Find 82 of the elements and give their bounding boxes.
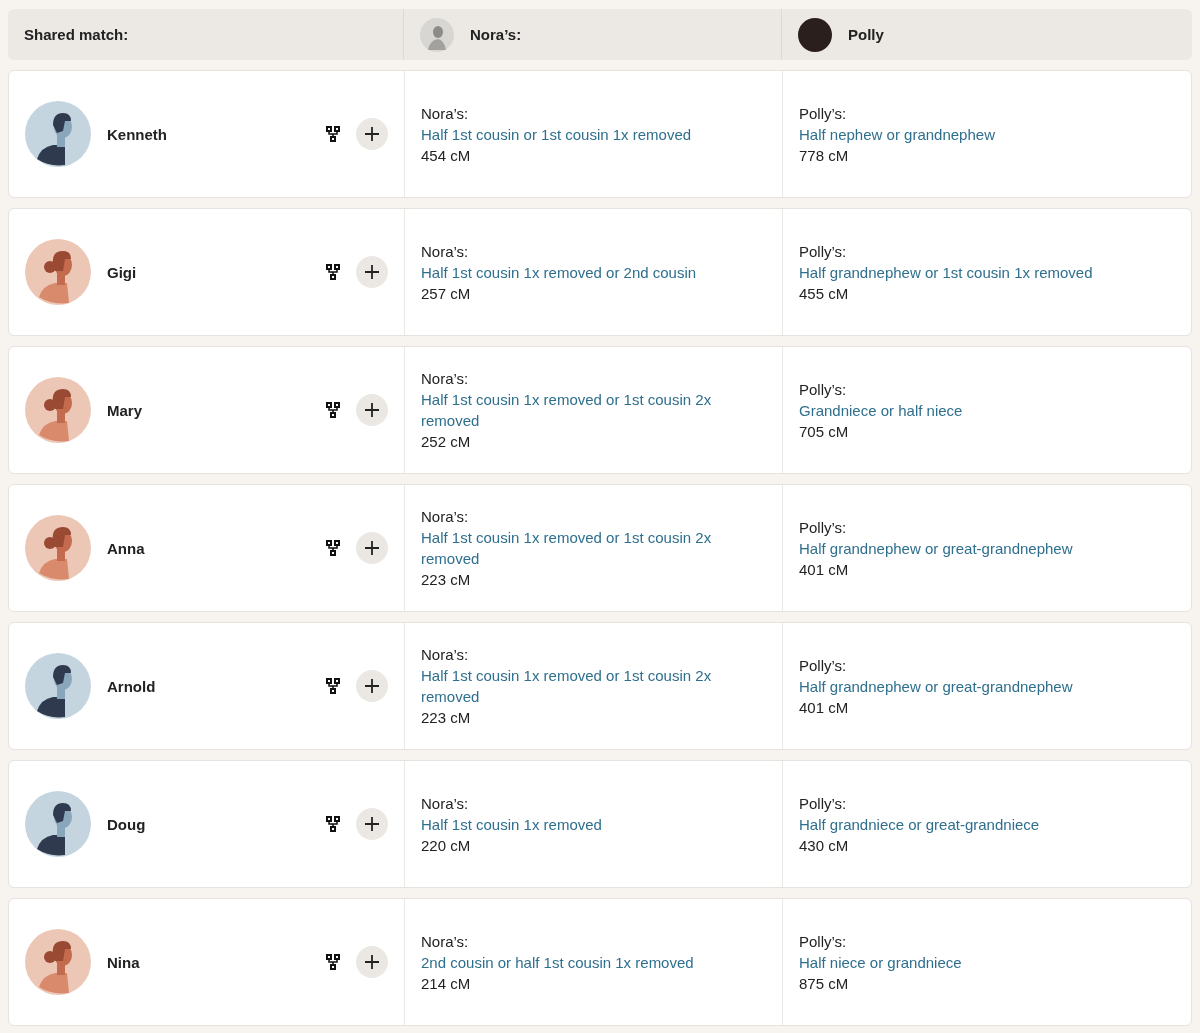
owner-label: Nora’s: [421, 369, 469, 389]
owner-label: Polly’s: [799, 103, 847, 124]
add-button[interactable] [356, 394, 388, 426]
female-avatar-icon [25, 377, 91, 443]
photo-placeholder [798, 17, 832, 52]
add-button[interactable] [356, 946, 388, 978]
match-name: Anna [107, 539, 146, 557]
centimorgan-value: 257 cM [421, 283, 471, 304]
centimorgan-value: 252 cM [421, 432, 471, 452]
plus-icon [364, 540, 380, 556]
add-button[interactable] [356, 808, 388, 840]
match-name: Doug [107, 815, 147, 833]
relationship-link[interactable]: Half 1st cousin or 1st cousin 1x removed [421, 123, 692, 145]
centimorgan-value: 875 cM [799, 973, 849, 994]
owner-label: Nora’s: [421, 931, 469, 952]
match-name: Gigi [107, 263, 138, 281]
centimorgan-value: 778 cM [799, 145, 849, 166]
female-avatar-icon [25, 515, 91, 581]
plus-icon [364, 816, 380, 832]
relationship-link[interactable]: Half 1st cousin 1x removed or 1st cousin 2x removed [421, 527, 741, 569]
relationship-link[interactable]: Grandniece or half niece [799, 399, 963, 421]
male-avatar-icon [25, 653, 91, 719]
centimorgan-value: 401 cM [799, 697, 849, 718]
male-avatar-icon [25, 101, 91, 167]
match-name: Kenneth [107, 125, 168, 143]
centimorgan-value: 401 cM [799, 559, 849, 580]
plus-icon [364, 954, 380, 970]
column-header: Nora’s: [470, 26, 522, 43]
add-button[interactable] [356, 256, 388, 288]
family-tree-icon[interactable] [326, 402, 340, 418]
relationship-link[interactable]: Half nephew or grandnephew [799, 123, 995, 145]
centimorgan-value: 223 cM [421, 570, 471, 590]
relationship-link[interactable]: Half 1st cousin 1x removed or 2nd cousin [421, 261, 697, 283]
relationship-link[interactable]: 2nd cousin or half 1st cousin 1x removed [421, 951, 694, 973]
plus-icon [364, 402, 380, 418]
owner-label: Polly’s: [799, 241, 847, 262]
family-tree-icon[interactable] [326, 954, 340, 970]
add-button[interactable] [356, 532, 388, 564]
centimorgan-value: 455 cM [799, 283, 849, 304]
centimorgan-value: 430 cM [799, 835, 849, 856]
owner-label: Polly’s: [799, 517, 847, 538]
add-button[interactable] [356, 118, 388, 150]
match-name: Arnold [107, 677, 157, 695]
plus-icon [364, 678, 380, 694]
relationship-link[interactable]: Half grandnephew or 1st cousin 1x removed [799, 261, 1093, 283]
centimorgan-value: 454 cM [421, 145, 471, 166]
owner-label: Nora’s: [421, 793, 469, 814]
family-tree-icon[interactable] [326, 126, 340, 142]
add-button[interactable] [356, 670, 388, 702]
relationship-link[interactable]: Half grandnephew or great-grandnephew [799, 537, 1073, 559]
family-tree-icon[interactable] [326, 678, 340, 694]
relationship-link[interactable]: Half grandniece or great-grandniece [799, 813, 1040, 835]
relationship-link[interactable]: Half grandnephew or great-grandnephew [799, 675, 1073, 697]
column-header: Polly [848, 26, 884, 43]
relationship-link[interactable]: Half 1st cousin 1x removed or 1st cousin 2x removed [421, 665, 741, 707]
owner-label: Nora’s: [421, 103, 469, 124]
owner-label: Nora’s: [421, 241, 469, 262]
family-tree-icon[interactable] [326, 816, 340, 832]
centimorgan-value: 214 cM [421, 973, 471, 994]
relationship-link[interactable]: Half niece or grandniece [799, 951, 962, 973]
centimorgan-value: 705 cM [799, 421, 849, 442]
plus-icon [364, 264, 380, 280]
owner-label: Polly’s: [799, 379, 847, 400]
centimorgan-value: 220 cM [421, 835, 471, 856]
owner-label: Polly’s: [799, 793, 847, 814]
family-tree-icon[interactable] [326, 264, 340, 280]
male-avatar-icon [25, 791, 91, 857]
relationship-link[interactable]: Half 1st cousin 1x removed [421, 813, 602, 835]
silhouette-avatar-icon [420, 17, 454, 52]
family-tree-icon[interactable] [326, 540, 340, 556]
owner-label: Nora’s: [421, 507, 469, 527]
centimorgan-value: 223 cM [421, 708, 471, 728]
match-name: Mary [107, 401, 144, 419]
owner-label: Polly’s: [799, 655, 847, 676]
female-avatar-icon [25, 239, 91, 305]
owner-label: Nora’s: [421, 645, 469, 665]
plus-icon [364, 126, 380, 142]
relationship-link[interactable]: Half 1st cousin 1x removed or 1st cousin 2x removed [421, 389, 741, 431]
match-name: Nina [107, 953, 141, 971]
female-avatar-icon [25, 929, 91, 995]
owner-label: Polly’s: [799, 931, 847, 952]
column-header: Shared match: [24, 26, 129, 43]
